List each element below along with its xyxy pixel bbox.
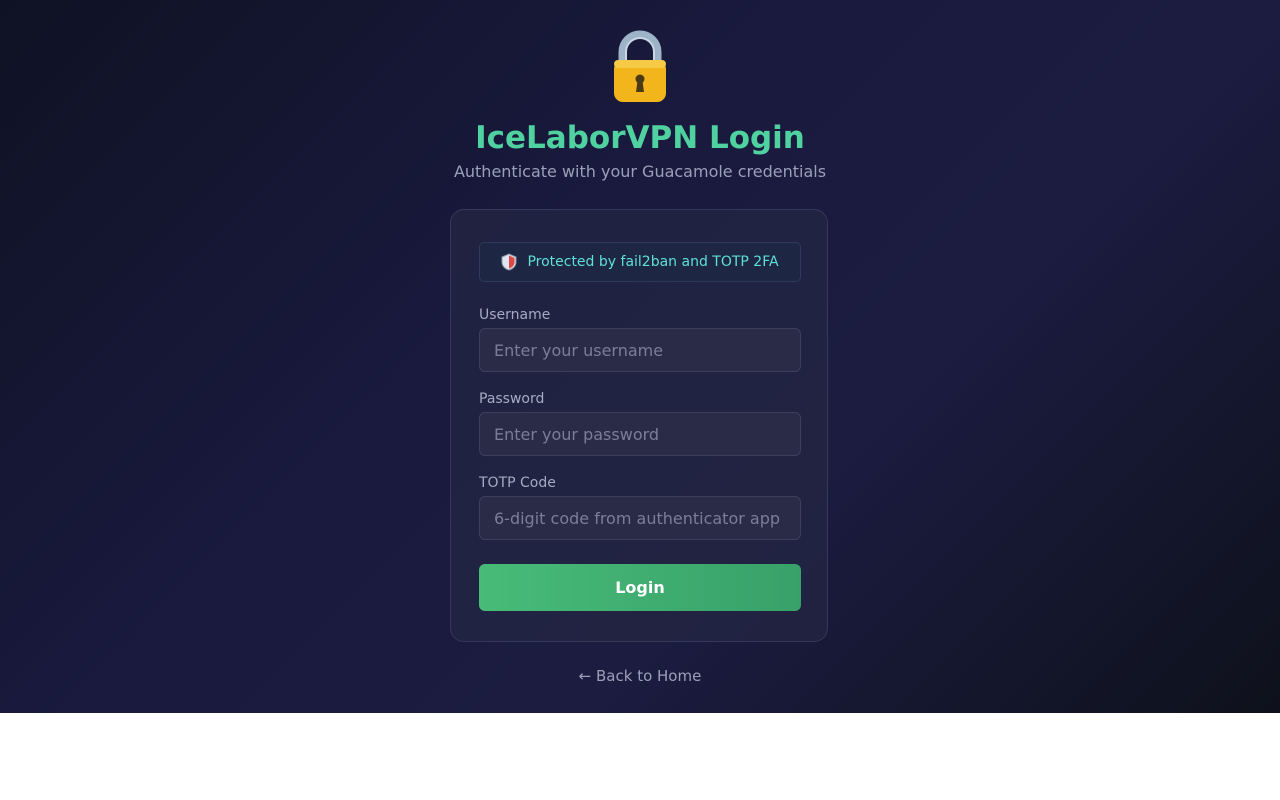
totp-input[interactable]	[479, 496, 801, 540]
username-input[interactable]	[479, 328, 801, 372]
password-label: Password	[479, 391, 545, 407]
login-page: IceLaborVPN Login Authenticate with your…	[0, 0, 1280, 713]
security-notice-text: Protected by fail2ban and TOTP 2FA	[527, 254, 779, 270]
lock-icon	[610, 30, 670, 104]
totp-label: TOTP Code	[479, 475, 556, 491]
page-title: IceLaborVPN Login	[475, 120, 805, 156]
password-input[interactable]	[479, 412, 801, 456]
back-to-home-link[interactable]: ← Back to Home	[0, 666, 1280, 686]
login-card: Protected by fail2ban and TOTP 2FA Usern…	[450, 209, 828, 642]
shield-icon	[501, 253, 517, 271]
page-subtitle: Authenticate with your Guacamole credent…	[453, 162, 827, 181]
security-notice: Protected by fail2ban and TOTP 2FA	[479, 242, 801, 282]
username-label: Username	[479, 307, 551, 323]
login-button[interactable]: Login	[479, 564, 801, 611]
